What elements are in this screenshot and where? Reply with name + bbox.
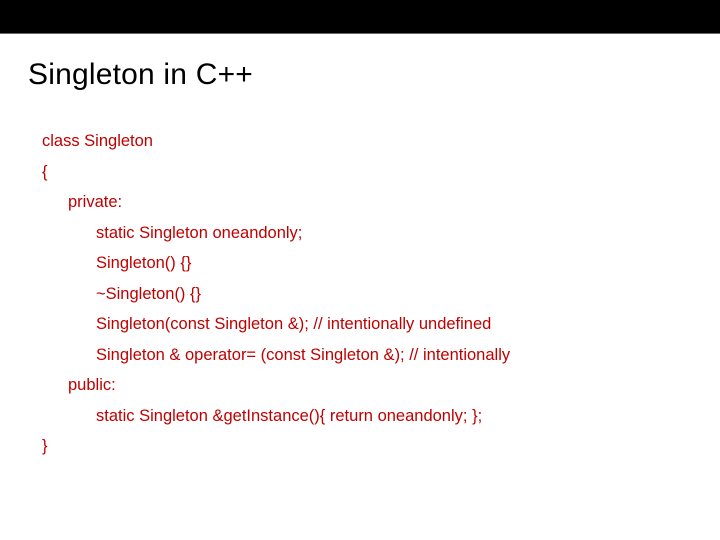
slide: Singleton in C++ class Singleton { priva… [0, 0, 720, 540]
code-line: ~Singleton() {} [42, 279, 682, 310]
code-line: static Singleton &getInstance(){ return … [42, 401, 682, 432]
code-block: class Singleton { private: static Single… [0, 92, 720, 462]
code-line: static Singleton oneandonly; [42, 218, 682, 249]
code-line: class Singleton [42, 126, 682, 157]
code-line: } [42, 431, 682, 462]
code-line: private: [42, 187, 682, 218]
code-line: Singleton() {} [42, 248, 682, 279]
code-line: Singleton(const Singleton &); // intenti… [42, 309, 682, 340]
code-line: { [42, 157, 682, 188]
code-line: public: [42, 370, 682, 401]
slide-topbar [0, 0, 720, 34]
slide-title: Singleton in C++ [0, 34, 720, 92]
code-line: Singleton & operator= (const Singleton &… [42, 340, 682, 371]
